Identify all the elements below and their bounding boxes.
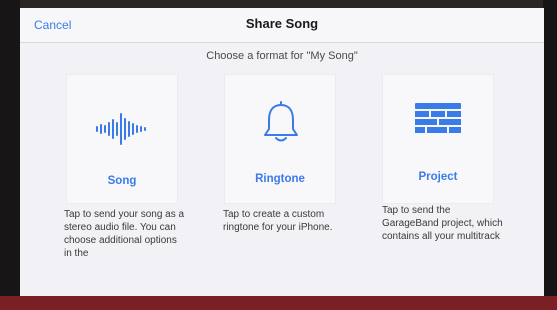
device-bezel-left <box>0 0 20 310</box>
project-option-label: Project <box>418 171 458 183</box>
navigation-bar: Cancel Share Song <box>20 8 544 43</box>
device-case-bottom <box>0 296 557 310</box>
device-bezel-right <box>543 0 557 310</box>
format-prompt: Choose a format for "My Song" <box>206 50 358 62</box>
ringtone-option-button[interactable]: Ringtone <box>224 74 336 204</box>
waveform-icon <box>96 113 146 145</box>
project-option-description: Tap to send the GarageBand project, whic… <box>382 205 503 242</box>
ringtone-option-description: Tap to create a custom ringtone for your… <box>223 209 333 233</box>
project-option-button[interactable]: Project <box>382 74 494 204</box>
garageband-project-icon <box>415 103 461 133</box>
song-option-button[interactable]: Song <box>66 74 178 204</box>
song-option-label: Song <box>107 175 137 187</box>
sheet-title: Share Song <box>245 16 319 31</box>
share-song-sheet: Cancel Share Song Choose a format for "M… <box>20 8 544 296</box>
ringtone-option-label: Ringtone <box>255 173 305 185</box>
song-option-description: Tap to send your song as a stereo audio … <box>64 209 185 259</box>
bell-icon <box>264 101 298 142</box>
